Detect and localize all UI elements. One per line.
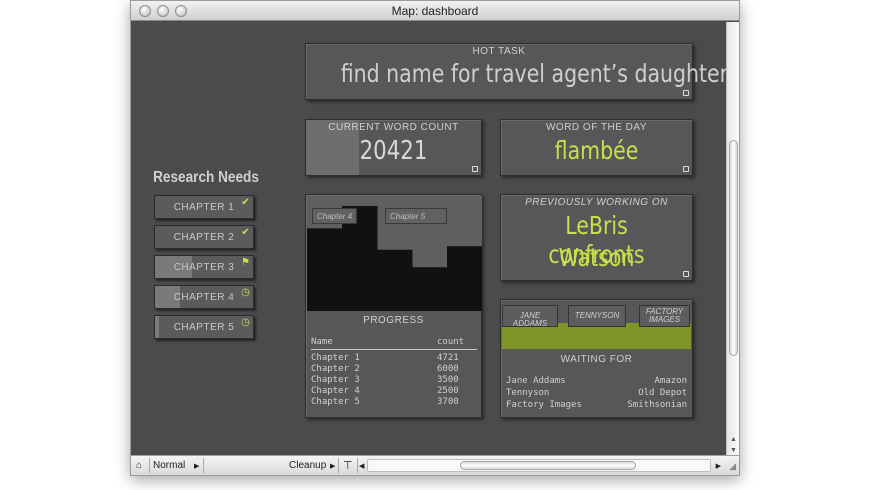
clock-icon: ◷ xyxy=(241,287,250,298)
research-chapter-4-button[interactable]: CHAPTER 4 ◷ xyxy=(154,285,254,309)
clock-icon: ◷ xyxy=(241,317,250,328)
word-of-day-value: flambée xyxy=(554,136,639,165)
waiting-tag-factory-images[interactable]: FACTORY IMAGES xyxy=(639,305,690,327)
title-bar: Map: dashboard xyxy=(131,1,739,21)
hot-task-value: find name for travel agent’s daughter xyxy=(340,59,729,88)
mode-selector[interactable]: Normal xyxy=(153,460,185,471)
list-item: Factory Images Smithsonian xyxy=(506,399,687,411)
research-chapter-3-button[interactable]: CHAPTER 3 ⚑ xyxy=(154,255,254,279)
row-name: Chapter 1 xyxy=(311,353,360,363)
dashboard-canvas: HOT TASK find name for travel agent’s da… xyxy=(131,22,729,457)
scroll-right-arrow-icon[interactable]: ▶ xyxy=(716,462,721,470)
table-row: Chapter 2 6000 xyxy=(311,364,477,375)
chapter-label: CHAPTER 5 xyxy=(173,322,235,333)
waiting-for-label: WAITING FOR xyxy=(560,354,633,365)
chart-tag-chapter-4[interactable]: Chapter 4 xyxy=(312,208,358,224)
research-chapter-1-button[interactable]: CHAPTER 1 ✔ xyxy=(154,195,254,219)
chapter-label: CHAPTER 2 xyxy=(173,232,235,243)
hot-task-panel[interactable]: HOT TASK find name for travel agent’s da… xyxy=(305,43,729,100)
check-icon: ✔ xyxy=(241,227,250,238)
table-row: Chapter 5 3700 xyxy=(311,397,477,408)
chart-bar-3 xyxy=(377,249,413,311)
scroll-down-arrow-icon[interactable]: ▼ xyxy=(730,447,737,454)
row-count: 3700 xyxy=(437,397,459,407)
research-chapter-5-button[interactable]: CHAPTER 5 ◷ xyxy=(154,315,254,339)
scroll-up-arrow-icon[interactable]: ▲ xyxy=(730,436,737,443)
waiting-item-name: Factory Images xyxy=(506,400,582,410)
vertical-scroll-thumb[interactable] xyxy=(729,140,738,356)
row-name: Chapter 2 xyxy=(311,364,360,374)
map-window: Map: dashboard HOT TASK find name for tr… xyxy=(130,0,740,476)
cleanup-arrow-icon[interactable]: ▶ xyxy=(330,462,335,470)
resize-handle-icon[interactable] xyxy=(683,271,689,277)
home-icon[interactable]: ⌂ xyxy=(136,460,142,471)
row-count: 2500 xyxy=(437,386,459,396)
word-count-panel[interactable]: CURRENT WORD COUNT 20421 xyxy=(305,119,482,176)
research-needs-title: Research Needs xyxy=(153,169,259,186)
progress-label: PROGRESS xyxy=(363,315,424,326)
chapter-label: CHAPTER 4 xyxy=(173,292,235,303)
waiting-for-table: Jane Addams Amazon Tennyson Old Depot Factor… xyxy=(506,375,687,411)
horizontal-scrollbar[interactable] xyxy=(367,459,711,472)
chart-bar-5 xyxy=(447,246,482,311)
waiting-item-name: Tennyson xyxy=(506,388,550,398)
row-name: Chapter 4 xyxy=(311,386,360,396)
progress-panel: Chapter 4 Chapter 5 PROGRESS Name count … xyxy=(305,194,482,418)
column-name-header: Name xyxy=(311,337,333,347)
flag-icon: ⚑ xyxy=(241,257,250,268)
status-bar: ⌂ Normal ▶ Cleanup ▶ ⊤ ◀ ▶ ◢ xyxy=(131,455,739,475)
hot-task-label: HOT TASK xyxy=(472,46,526,57)
waiting-tag-tennyson[interactable]: TENNYSON xyxy=(568,305,626,327)
check-icon: ✔ xyxy=(241,197,250,208)
resize-handle-icon[interactable] xyxy=(472,166,478,172)
waiting-tag-jane-addams[interactable]: JANE ADDAMS xyxy=(502,305,558,328)
chart-bar-1 xyxy=(307,228,343,311)
table-row: Chapter 4 2500 xyxy=(311,386,477,397)
resize-grip-icon[interactable]: ◢ xyxy=(729,461,736,472)
row-name: Chapter 3 xyxy=(311,375,360,385)
chapter-label: CHAPTER 1 xyxy=(173,202,235,213)
chart-bar-4 xyxy=(412,267,448,311)
research-chapter-2-button[interactable]: CHAPTER 2 ✔ xyxy=(154,225,254,249)
column-count-header: count xyxy=(437,337,465,347)
row-count: 3500 xyxy=(437,375,459,385)
word-count-value: 20421 xyxy=(359,136,428,166)
word-count-label: CURRENT WORD COUNT xyxy=(328,122,459,133)
word-of-day-label: WORD OF THE DAY xyxy=(545,122,648,133)
progress-table: Name count Chapter 1 4721 Chapter 2 6000 Cha… xyxy=(311,337,477,408)
pin-icon[interactable]: ⊤ xyxy=(343,459,353,472)
waiting-item-source: Smithsonian xyxy=(627,400,687,410)
waiting-item-source: Amazon xyxy=(654,376,687,386)
table-row: Chapter 3 3500 xyxy=(311,375,477,386)
waiting-for-strip: JANE ADDAMS TENNYSON FACTORY IMAGES xyxy=(502,301,691,349)
row-count: 4721 xyxy=(437,353,459,363)
vertical-scrollbar[interactable]: ▲ ▼ xyxy=(726,22,739,457)
waiting-item-name: Jane Addams xyxy=(506,376,566,386)
previously-working-line2: Watson xyxy=(558,243,635,272)
chart-tag-chapter-5[interactable]: Chapter 5 xyxy=(385,208,447,224)
resize-handle-icon[interactable] xyxy=(683,90,689,96)
horizontal-scroll-thumb[interactable] xyxy=(460,461,636,470)
row-count: 6000 xyxy=(437,364,459,374)
list-item: Jane Addams Amazon xyxy=(506,375,687,387)
table-row: Chapter 1 4721 xyxy=(311,353,477,364)
progress-table-header: Name count xyxy=(311,337,477,350)
mode-arrow-icon[interactable]: ▶ xyxy=(194,462,199,470)
waiting-for-panel: JANE ADDAMS TENNYSON FACTORY IMAGES WAIT… xyxy=(500,299,693,418)
waiting-item-source: Old Depot xyxy=(638,388,687,398)
previously-working-label: PREVIOUSLY WORKING ON xyxy=(525,197,668,208)
window-title: Map: dashboard xyxy=(391,4,479,18)
progress-chart: Chapter 4 Chapter 5 xyxy=(307,196,482,311)
resize-handle-icon[interactable] xyxy=(683,166,689,172)
chapter-label: CHAPTER 3 xyxy=(173,262,235,273)
row-name: Chapter 5 xyxy=(311,397,360,407)
word-of-day-panel[interactable]: WORD OF THE DAY flambée xyxy=(500,119,693,176)
list-item: Tennyson Old Depot xyxy=(506,387,687,399)
scroll-left-arrow-icon[interactable]: ◀ xyxy=(359,462,364,470)
previously-working-panel[interactable]: PREVIOUSLY WORKING ON LeBris confronts W… xyxy=(500,194,693,281)
cleanup-button[interactable]: Cleanup xyxy=(289,460,326,471)
